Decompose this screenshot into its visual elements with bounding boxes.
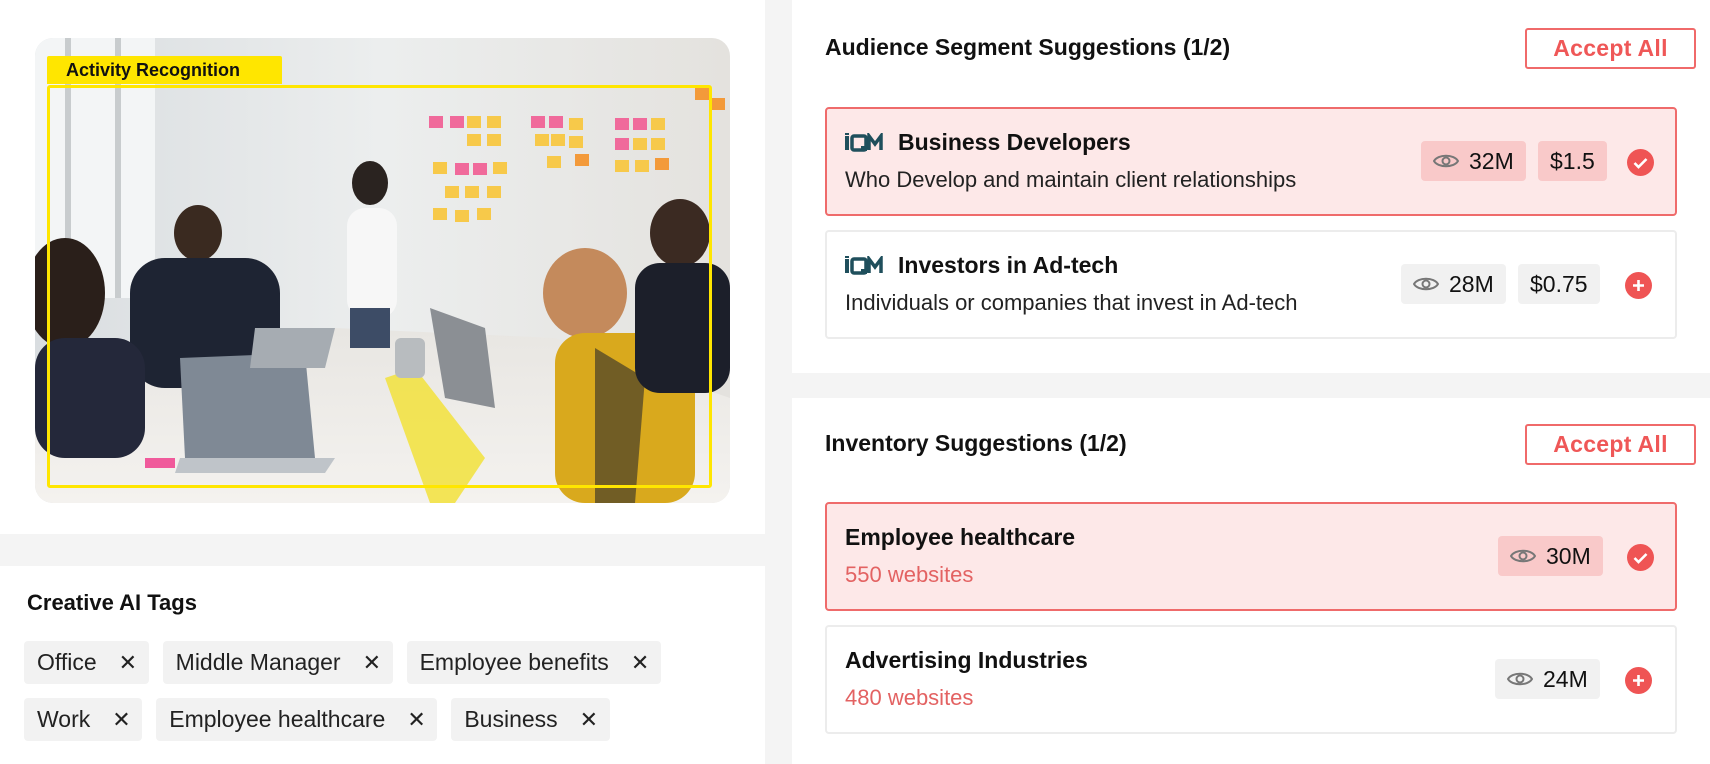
detection-bounding-box	[47, 85, 712, 488]
reach-value: 24M	[1543, 665, 1588, 692]
image-card: Activity Recognition	[0, 0, 765, 534]
inventory-name: Advertising Industries	[845, 647, 1088, 673]
audience-accept-all-button[interactable]: Accept All	[1525, 28, 1696, 69]
eye-icon	[1510, 549, 1536, 563]
segment-description: Individuals or companies that invest in …	[845, 290, 1298, 315]
add-icon[interactable]	[1625, 272, 1652, 299]
tag-list: Office ✕ Middle Manager ✕ Employee benef…	[24, 641, 764, 741]
tag-label: Employee healthcare	[169, 706, 386, 732]
remove-tag-icon[interactable]: ✕	[631, 650, 649, 676]
audience-row-selected[interactable]: Business Developers Who Develop and main…	[825, 107, 1677, 216]
tag-chip: Middle Manager ✕	[162, 641, 393, 684]
tag-label: Work	[37, 706, 91, 732]
reach-value: 28M	[1449, 270, 1494, 297]
eye-icon	[1507, 672, 1533, 686]
reach-value: 32M	[1469, 147, 1514, 174]
reach-pill: 30M	[1498, 536, 1603, 576]
price-pill: $0.75	[1518, 264, 1600, 304]
price-value: $0.75	[1530, 270, 1588, 297]
inventory-suggestions-card: Inventory Suggestions (1/2) Accept All E…	[792, 398, 1710, 764]
tag-label: Business	[464, 706, 558, 732]
meeting-photo: Activity Recognition	[35, 38, 730, 503]
iqm-logo-icon	[845, 132, 883, 152]
tag-chip: Business ✕	[451, 698, 610, 741]
inventory-row-selected[interactable]: Employee healthcare 550 websites 30M	[825, 502, 1677, 611]
tag-label: Office	[37, 649, 97, 675]
tag-chip: Employee healthcare ✕	[156, 698, 438, 741]
remove-tag-icon[interactable]: ✕	[407, 707, 425, 733]
remove-tag-icon[interactable]: ✕	[580, 707, 598, 733]
remove-tag-icon[interactable]: ✕	[119, 650, 137, 676]
tags-title: Creative AI Tags	[27, 590, 197, 615]
inventory-accept-all-button[interactable]: Accept All	[1525, 424, 1696, 465]
check-icon[interactable]	[1627, 544, 1654, 571]
audience-row[interactable]: Investors in Ad-tech Individuals or comp…	[825, 230, 1677, 339]
eye-icon	[1413, 277, 1439, 291]
inventory-section-title: Inventory Suggestions (1/2)	[825, 430, 1127, 456]
website-count: 480 websites	[845, 685, 974, 710]
reach-value: 30M	[1546, 542, 1591, 569]
creative-ai-tags-card: Creative AI Tags Office ✕ Middle Manager…	[0, 566, 765, 764]
detection-label: Activity Recognition	[47, 56, 282, 84]
segment-name: Investors in Ad-tech	[898, 252, 1119, 278]
check-icon[interactable]	[1627, 149, 1654, 176]
audience-suggestions-card: Audience Segment Suggestions (1/2) Accep…	[792, 0, 1710, 373]
reach-pill: 32M	[1421, 141, 1526, 181]
audience-section-title: Audience Segment Suggestions (1/2)	[825, 34, 1231, 60]
iqm-logo-icon	[845, 255, 883, 275]
tag-chip: Employee benefits ✕	[406, 641, 661, 684]
price-value: $1.5	[1550, 147, 1595, 174]
tag-label: Middle Manager	[175, 649, 341, 675]
remove-tag-icon[interactable]: ✕	[363, 650, 381, 676]
website-count: 550 websites	[845, 562, 974, 587]
add-icon[interactable]	[1625, 667, 1652, 694]
price-pill: $1.5	[1538, 141, 1607, 181]
segment-name: Business Developers	[898, 129, 1131, 155]
eye-icon	[1433, 154, 1459, 168]
segment-description: Who Develop and maintain client relation…	[845, 167, 1297, 192]
tag-chip: Work ✕	[24, 698, 143, 741]
inventory-name: Employee healthcare	[845, 524, 1076, 550]
tag-label: Employee benefits	[419, 649, 609, 675]
reach-pill: 28M	[1401, 264, 1506, 304]
inventory-row[interactable]: Advertising Industries 480 websites 24M	[825, 625, 1677, 734]
remove-tag-icon[interactable]: ✕	[112, 707, 130, 733]
reach-pill: 24M	[1495, 659, 1600, 699]
tag-chip: Office ✕	[24, 641, 149, 684]
